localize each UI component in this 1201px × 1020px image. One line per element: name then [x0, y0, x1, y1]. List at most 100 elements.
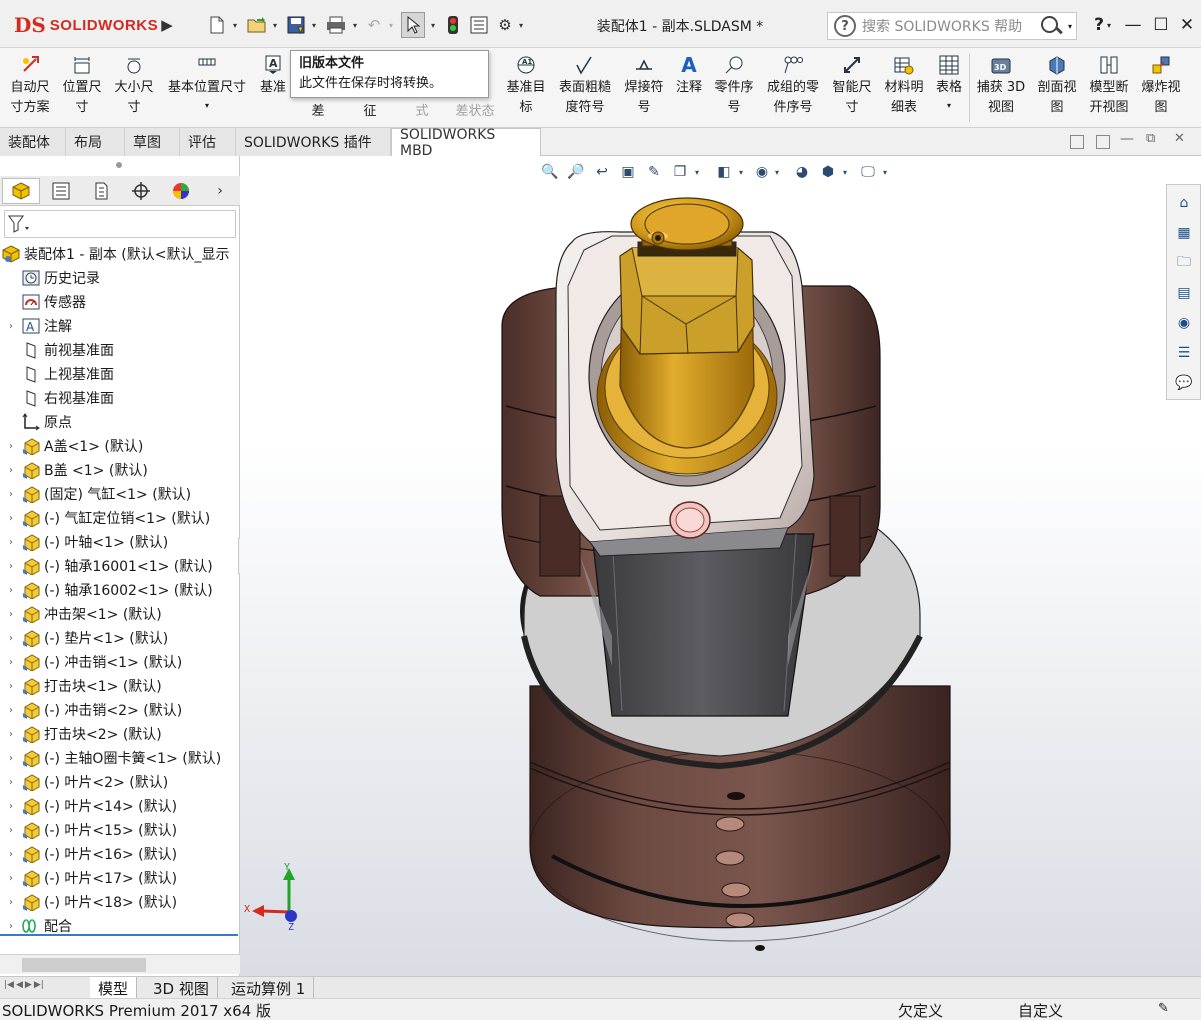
tree-horizontal-scrollbar[interactable]	[0, 954, 240, 974]
table-dropdown-icon[interactable]: ▾	[947, 98, 951, 114]
tree-item[interactable]: › (-) 叶轴<1> (默认)	[0, 530, 240, 554]
tab-sketch[interactable]: 草图	[125, 128, 180, 156]
tree-item[interactable]: › (-) 冲击销<1> (默认)	[0, 650, 240, 674]
file-properties-icon[interactable]	[468, 14, 490, 36]
more-tabs-chevron-icon[interactable]: ›	[210, 178, 230, 204]
new-dropdown-icon[interactable]: ▾	[230, 14, 240, 36]
expand-arrow-icon[interactable]: ›	[4, 633, 18, 644]
feature-manager-tab-icon[interactable]	[2, 178, 40, 204]
tree-item[interactable]: 上视基准面	[0, 362, 240, 386]
datum-button[interactable]: A 基准	[256, 54, 290, 98]
tree-item[interactable]: 右视基准面	[0, 386, 240, 410]
capture-3d-view-button[interactable]: 3D 捕获 3D 视图	[974, 54, 1028, 118]
tree-item[interactable]: › 打击块<2> (默认)	[0, 722, 240, 746]
tab-solidworks-mbd[interactable]: SOLIDWORKS MBD	[391, 127, 541, 159]
tree-item[interactable]: › (-) 气缸定位销<1> (默认)	[0, 506, 240, 530]
feature-button[interactable]: 征	[352, 102, 388, 122]
home-icon[interactable]: ⌂	[1172, 191, 1196, 215]
tree-filter-bar[interactable]	[4, 210, 236, 238]
property-manager-tab-icon[interactable]	[42, 178, 80, 204]
tree-item[interactable]: 传感器	[0, 290, 240, 314]
tree-item[interactable]: › B盖 <1> (默认)	[0, 458, 240, 482]
dimxpert-manager-tab-icon[interactable]	[122, 178, 160, 204]
appearances-icon[interactable]: ◉	[1172, 311, 1196, 335]
expand-arrow-icon[interactable]: ›	[4, 921, 18, 932]
doc-minimize-icon[interactable]: —	[1120, 131, 1134, 147]
tree-item[interactable]: › (-) 冲击销<2> (默认)	[0, 698, 240, 722]
scrollbar-thumb[interactable]	[22, 958, 146, 972]
tab-model[interactable]: 模型	[90, 977, 138, 999]
options-gear-icon[interactable]: ⚙	[494, 14, 516, 36]
tree-item[interactable]: › (-) 叶片<16> (默认)	[0, 842, 240, 866]
doc-restore-icon[interactable]: ⧉	[1146, 131, 1155, 146]
tree-item[interactable]: › 冲击架<1> (默认)	[0, 602, 240, 626]
expand-arrow-icon[interactable]: ›	[4, 489, 18, 500]
tree-item[interactable]: 前视基准面	[0, 338, 240, 362]
tree-item[interactable]: › (-) 主轴O圈卡簧<1> (默认)	[0, 746, 240, 770]
select-cursor-icon[interactable]	[401, 12, 425, 38]
basic-location-dimension-button[interactable]: 基本位置尺寸 ▾	[162, 54, 252, 114]
auto-dimension-button[interactable]: 自动尺 寸方案	[6, 54, 54, 118]
help-search-box[interactable]: ? 搜索 SOLIDWORKS 帮助 ▾	[827, 12, 1077, 40]
expand-arrow-icon[interactable]: ›	[4, 657, 18, 668]
print-icon[interactable]	[324, 14, 348, 36]
save-icon[interactable]	[285, 14, 307, 36]
weld-symbol-button[interactable]: 焊接符 号	[620, 54, 668, 118]
graphics-area[interactable]: 🔍 🔎 ↩ ▣ ✎ ❐ ▾ ◧ ▾ ◉ ▾ ◕ ⬢ ▾ 🖵 ▾ Y X Z	[240, 156, 1201, 976]
restore-panel-icon[interactable]	[1070, 135, 1084, 149]
expand-arrow-icon[interactable]: ›	[4, 465, 18, 476]
scroll-next-icon[interactable]: ▶	[25, 980, 32, 996]
view-palette-icon[interactable]: ▤	[1172, 281, 1196, 305]
tab-3d-views[interactable]: 3D 视图	[145, 977, 218, 999]
expand-arrow-icon[interactable]: ›	[4, 801, 18, 812]
search-placeholder[interactable]: 搜索 SOLIDWORKS 帮助	[862, 16, 1040, 36]
tab-assembly[interactable]: 装配体	[0, 128, 66, 156]
datum-target-button[interactable]: A1 基准目 标	[500, 54, 552, 118]
expand-arrow-icon[interactable]: ›	[4, 705, 18, 716]
expand-arrow-icon[interactable]: ›	[4, 537, 18, 548]
expand-arrow-icon[interactable]: ›	[4, 873, 18, 884]
custom-properties-icon[interactable]: ☰	[1172, 341, 1196, 365]
stacked-balloon-button[interactable]: 成组的零 件序号	[762, 54, 824, 118]
tree-item[interactable]: › (-) 叶片<17> (默认)	[0, 866, 240, 890]
basic-location-dropdown-icon[interactable]: ▾	[205, 98, 209, 114]
surface-finish-button[interactable]: 表面粗糙 度符号	[554, 54, 616, 118]
tab-motion-study[interactable]: 运动算例 1	[223, 977, 315, 999]
balloon-button[interactable]: 零件序 号	[710, 54, 758, 118]
open-dropdown-icon[interactable]: ▾	[270, 14, 280, 36]
expand-arrow-icon[interactable]: ›	[4, 849, 18, 860]
file-explorer-icon[interactable]: 🗀	[1172, 251, 1196, 275]
assembly-model-render[interactable]	[240, 156, 1201, 976]
filter-funnel-icon[interactable]	[8, 215, 30, 237]
tolerance-status-button[interactable]: 差状态	[448, 102, 502, 122]
expand-arrow-icon[interactable]: ›	[4, 681, 18, 692]
expand-arrow-icon[interactable]: ›	[4, 441, 18, 452]
tree-item[interactable]: › (-) 叶片<15> (默认)	[0, 818, 240, 842]
print-dropdown-icon[interactable]: ▾	[350, 14, 360, 36]
expand-arrow-icon[interactable]: ›	[4, 729, 18, 740]
save-dropdown-icon[interactable]: ▾	[309, 14, 319, 36]
scroll-last-icon[interactable]: ▶|	[34, 980, 44, 996]
tree-root-assembly[interactable]: 装配体1 - 副本 (默认<默认_显示	[0, 242, 240, 266]
tree-item[interactable]: › (-) 垫片<1> (默认)	[0, 626, 240, 650]
maximize-button[interactable]: ☐	[1148, 12, 1174, 38]
scroll-prev-icon[interactable]: ◀	[16, 980, 23, 996]
tab-solidworks-addins[interactable]: SOLIDWORKS 插件	[236, 128, 391, 156]
undo-dropdown-icon[interactable]: ▾	[386, 14, 396, 36]
tree-item[interactable]: › (-) 叶片<18> (默认)	[0, 890, 240, 914]
expand-arrow-icon[interactable]: ›	[4, 513, 18, 524]
formula-button[interactable]: 式	[404, 102, 440, 122]
select-dropdown-icon[interactable]: ▾	[428, 14, 438, 36]
units-status[interactable]: 自定义	[1018, 1000, 1063, 1020]
section-view-button[interactable]: 剖面视 图	[1032, 54, 1082, 118]
expand-arrow-icon[interactable]: ›	[4, 561, 18, 572]
exploded-view-button[interactable]: 爆炸视 图	[1138, 54, 1184, 118]
expand-arrow-icon[interactable]: ›	[4, 777, 18, 788]
expand-arrow-icon[interactable]: ›	[4, 609, 18, 620]
collapse-panel-icon[interactable]	[1096, 135, 1110, 149]
tree-item[interactable]: 原点	[0, 410, 240, 434]
design-library-icon[interactable]: ▦	[1172, 221, 1196, 245]
tree-item[interactable]: › A盖<1> (默认)	[0, 434, 240, 458]
tree-item[interactable]: 历史记录	[0, 266, 240, 290]
tree-item[interactable]: › (-) 叶片<2> (默认)	[0, 770, 240, 794]
